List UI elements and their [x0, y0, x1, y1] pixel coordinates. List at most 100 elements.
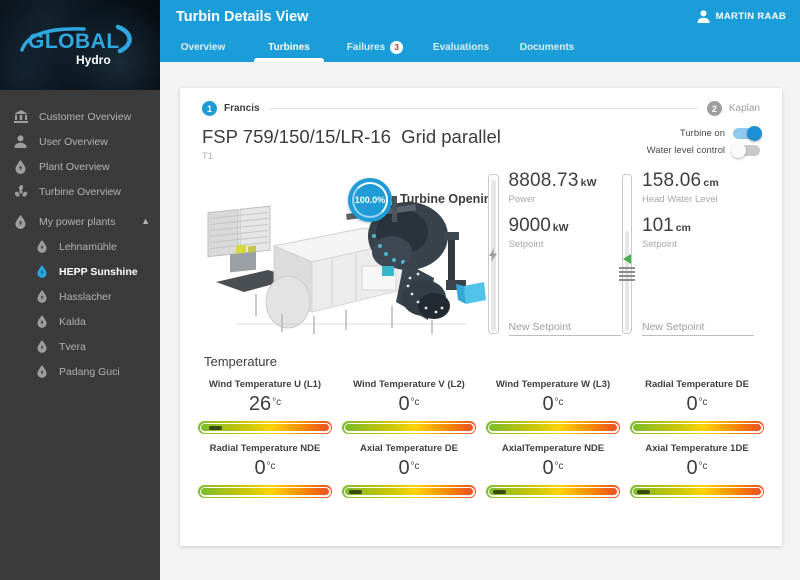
head-water-new-setpoint-input[interactable]	[642, 319, 754, 336]
tab-failures[interactable]: Failures 3	[332, 33, 418, 62]
temp-card-wind-w: Wind Temperature W (L3) 0°c	[486, 379, 620, 434]
temp-value: 26°c	[198, 393, 332, 416]
water-level-toggle[interactable]	[733, 145, 760, 156]
turbine-title-block: FSP 759/150/15/LR-16 Grid parallel T1	[202, 126, 501, 162]
temp-card-wind-u: Wind Temperature U (L1) 26°c	[198, 379, 332, 434]
temp-card-radial-de: Radial Temperature DE 0°c	[630, 379, 764, 434]
global-hydro-logo: GLOBAL Hydro	[14, 24, 146, 70]
drag-handle-icon[interactable]	[619, 267, 635, 283]
tab-evaluations[interactable]: Evaluations	[418, 33, 504, 62]
drop-icon	[35, 340, 48, 353]
drop-icon	[35, 240, 48, 253]
sidebar-item-label: Turbine Overview	[39, 186, 121, 198]
bank-icon	[13, 109, 28, 124]
setpoint-marker-icon	[623, 254, 631, 264]
power-gauge	[488, 174, 499, 334]
tab-label: Overview	[181, 42, 225, 53]
sidebar-item-label: My power plants	[39, 216, 115, 228]
power-label: Power	[509, 194, 616, 205]
head-water-gauge	[622, 174, 633, 334]
temp-card-radial-nde: Radial Temperature NDE 0°c	[198, 443, 332, 498]
power-setpoint-unit: kW	[553, 222, 569, 234]
sidebar-item-plant-overview[interactable]: Plant Overview	[0, 154, 160, 179]
temp-gradient-bar	[630, 421, 764, 434]
tab-overview[interactable]: Overview	[160, 33, 246, 62]
turbine-title: FSP 759/150/15/LR-16 Grid parallel	[202, 126, 501, 148]
temp-bar-marker	[637, 490, 650, 494]
power-unit: kW	[581, 177, 597, 189]
temp-gradient-bar	[342, 421, 476, 434]
turbine-opening-label: Turbine Opening	[400, 192, 499, 206]
stepper-step-francis[interactable]: 1 Francis	[202, 101, 260, 116]
turbine-stepper: 1 Francis 2 Kaplan	[180, 88, 782, 116]
sidebar-item-my-power-plants[interactable]: My power plants ▲	[0, 209, 160, 234]
temp-value: 0°c	[630, 393, 764, 416]
turbine-details-card: 1 Francis 2 Kaplan FSP 759/150/15/LR-16 …	[180, 88, 782, 546]
logo-area: GLOBAL Hydro	[0, 0, 160, 90]
temp-card-axial-de: Axial Temperature DE 0°c	[342, 443, 476, 498]
failures-badge: 3	[390, 41, 403, 54]
sidebar-plant-hepp-sunshine[interactable]: HEPP Sunshine	[0, 259, 160, 284]
temp-value: 0°c	[198, 457, 332, 480]
sidebar-plant-label: Tvera	[59, 341, 86, 353]
temp-card-axial-nde: AxialTemperature NDE 0°c	[486, 443, 620, 498]
page-title: Turbin Details View	[160, 9, 308, 25]
sidebar-plant-hasslacher[interactable]: Hasslacher	[0, 284, 160, 309]
sidebar: GLOBAL Hydro Customer Overview User Over…	[0, 0, 160, 580]
user-icon	[13, 134, 28, 149]
turbine-on-label: Turbine on	[680, 128, 725, 139]
temp-bar-marker	[493, 490, 506, 494]
stepper-step-kaplan[interactable]: 2 Kaplan	[707, 101, 760, 116]
sidebar-plant-kalda[interactable]: Kalda	[0, 309, 160, 334]
logo-swoosh-icon: GLOBAL Hydro	[14, 24, 146, 70]
temp-value: 0°c	[486, 457, 620, 480]
sidebar-item-customer-overview[interactable]: Customer Overview	[0, 104, 160, 129]
turbine-opening-gauge: 100.0%	[348, 178, 392, 222]
logo-sub-text: Hydro	[76, 53, 111, 67]
temp-card-wind-v: Wind Temperature V (L2) 0°c	[342, 379, 476, 434]
sidebar-plant-tvera[interactable]: Tvera	[0, 334, 160, 359]
stepper-line	[270, 108, 697, 109]
head-water-value-row: 158.06cm	[642, 170, 760, 192]
head-water-setpoint-label: Setpoint	[642, 239, 760, 250]
sidebar-item-label: Plant Overview	[39, 161, 110, 173]
temp-gradient-bar	[630, 485, 764, 498]
power-setpoint-label: Setpoint	[509, 239, 616, 250]
tab-turbines[interactable]: Turbines	[246, 33, 332, 62]
user-menu[interactable]: MARTIN RAAB	[697, 10, 800, 23]
sidebar-plant-label: Kalda	[59, 316, 86, 328]
tab-documents[interactable]: Documents	[504, 33, 590, 62]
sidebar-item-label: User Overview	[39, 136, 108, 148]
turbine-illustration: 100.0% Turbine Opening	[196, 170, 488, 340]
step-number: 1	[202, 101, 217, 116]
head-water-value: 158.06	[642, 170, 701, 191]
temp-value: 0°c	[342, 393, 476, 416]
power-setpoint-row: 9000kW	[509, 215, 616, 237]
toggle-group: Turbine on Water level control	[647, 126, 760, 162]
toggle-knob	[747, 126, 762, 141]
drop-icon-active	[35, 265, 48, 278]
person-icon	[697, 10, 710, 23]
temp-label: Radial Temperature DE	[630, 379, 764, 390]
turbine-on-toggle[interactable]	[733, 128, 760, 139]
tab-label: Failures	[347, 42, 385, 53]
sidebar-nav: Customer Overview User Overview Plant Ov…	[0, 90, 160, 384]
temp-label: Wind Temperature V (L2)	[342, 379, 476, 390]
temp-label: Wind Temperature U (L1)	[198, 379, 332, 390]
sidebar-plant-lehnamuehle[interactable]: Lehnamühle	[0, 234, 160, 259]
turbine-on-row: Turbine on	[647, 128, 760, 139]
power-new-setpoint-input[interactable]	[509, 319, 621, 336]
sidebar-plant-padang-guci[interactable]: Padang Guci	[0, 359, 160, 384]
temp-label: Wind Temperature W (L3)	[486, 379, 620, 390]
temp-label: Axial Temperature DE	[342, 443, 476, 454]
temp-gradient-bar	[342, 485, 476, 498]
app-window: GLOBAL Hydro Customer Overview User Over…	[0, 0, 800, 580]
sidebar-item-turbine-overview[interactable]: Turbine Overview	[0, 179, 160, 204]
sidebar-plant-label: Padang Guci	[59, 366, 120, 378]
drop-icon	[35, 365, 48, 378]
sidebar-item-user-overview[interactable]: User Overview	[0, 129, 160, 154]
lightning-icon	[489, 248, 498, 267]
temp-card-axial-1de: Axial Temperature 1DE 0°c	[630, 443, 764, 498]
metrics-row: 100.0% Turbine Opening 8808.73kW Power 9…	[180, 162, 782, 338]
sidebar-plant-label: Hasslacher	[59, 291, 112, 303]
